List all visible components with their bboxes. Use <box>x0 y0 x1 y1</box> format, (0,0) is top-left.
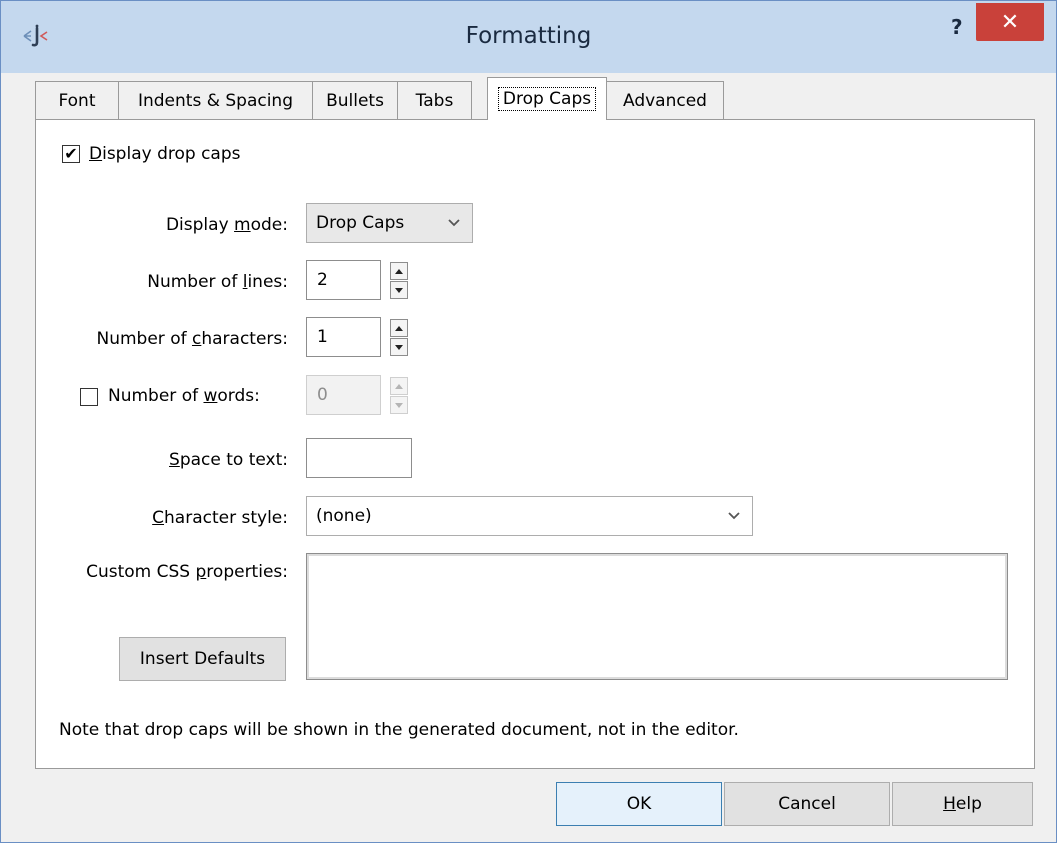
number-of-lines-value: 2 <box>317 270 328 290</box>
custom-css-textarea[interactable] <box>306 553 1008 680</box>
insert-defaults-label: Insert Defaults <box>139 649 266 669</box>
checkmark-icon: ✔ <box>64 144 78 163</box>
tab-indents-spacing[interactable]: Indents & Spacing <box>118 81 313 119</box>
spin-down-button[interactable] <box>390 338 408 356</box>
formatting-dialog: Formatting ? ✕ Font Indents & Spacing Bu… <box>0 0 1057 843</box>
spin-down-button[interactable] <box>390 281 408 299</box>
character-style-label: Character style: <box>152 508 288 528</box>
chevron-down-icon <box>448 219 460 227</box>
number-of-lines-input[interactable]: 2 <box>306 260 381 300</box>
tab-label: Drop Caps <box>497 87 597 111</box>
number-of-words-label[interactable]: Number of words: <box>108 386 260 406</box>
number-of-characters-spinner[interactable] <box>390 319 408 357</box>
tab-drop-caps[interactable]: Drop Caps <box>487 77 607 120</box>
display-mode-select[interactable]: Drop Caps <box>306 203 473 243</box>
spin-up-button[interactable] <box>390 377 408 395</box>
insert-defaults-button[interactable]: Insert Defaults <box>119 637 286 681</box>
space-to-text-label: Space to text: <box>169 450 288 470</box>
spin-up-button[interactable] <box>390 262 408 280</box>
tab-label: Tabs <box>415 90 454 111</box>
close-button[interactable]: ✕ <box>976 3 1044 41</box>
cancel-button[interactable]: Cancel <box>724 782 890 826</box>
help-label: Help <box>943 794 982 814</box>
spin-up-button[interactable] <box>390 319 408 337</box>
number-of-words-checkbox[interactable] <box>80 388 98 406</box>
tab-font[interactable]: Font <box>35 81 119 119</box>
window-title: Formatting <box>465 23 592 49</box>
tab-label: Advanced <box>623 90 707 111</box>
custom-css-label: Custom CSS properties: <box>86 562 288 582</box>
arrow-down-icon <box>395 287 403 293</box>
ok-button[interactable]: OK <box>556 782 722 826</box>
arrow-down-icon <box>395 344 403 350</box>
arrow-up-icon <box>395 268 403 274</box>
number-of-words-input[interactable]: 0 <box>306 375 381 415</box>
display-drop-caps-checkbox[interactable]: ✔ <box>62 145 80 163</box>
drop-caps-note: Note that drop caps will be shown in the… <box>59 720 739 740</box>
number-of-characters-label: Number of characters: <box>96 329 289 349</box>
character-style-select[interactable]: (none) <box>306 496 753 536</box>
space-to-text-input[interactable] <box>306 438 412 478</box>
display-mode-value: Drop Caps <box>316 213 405 233</box>
tab-advanced[interactable]: Advanced <box>606 81 724 119</box>
ok-label: OK <box>626 794 652 814</box>
tab-label: Indents & Spacing <box>137 90 294 111</box>
number-of-characters-input[interactable]: 1 <box>306 317 381 357</box>
spin-down-button[interactable] <box>390 396 408 414</box>
cancel-label: Cancel <box>778 794 836 814</box>
chevron-down-icon <box>728 512 740 520</box>
number-of-lines-label: Number of lines: <box>147 272 288 292</box>
help-button[interactable]: Help <box>892 782 1033 826</box>
close-icon: ✕ <box>1000 9 1020 35</box>
number-of-words-value: 0 <box>317 385 328 405</box>
tab-bullets[interactable]: Bullets <box>312 81 398 119</box>
number-of-words-spinner[interactable] <box>390 377 408 415</box>
number-of-characters-value: 1 <box>317 327 328 347</box>
display-mode-label: Display mode: <box>165 215 288 235</box>
number-of-lines-spinner[interactable] <box>390 262 408 300</box>
arrow-down-icon <box>395 402 403 408</box>
arrow-up-icon <box>395 325 403 331</box>
character-style-value: (none) <box>316 506 372 526</box>
display-drop-caps-label[interactable]: Display drop caps <box>89 144 240 164</box>
context-help-icon[interactable]: ? <box>951 15 963 39</box>
title-bar[interactable]: Formatting ? ✕ <box>1 1 1056 73</box>
tab-tabs[interactable]: Tabs <box>397 81 472 119</box>
tab-label: Bullets <box>326 90 384 111</box>
tab-label: Font <box>58 90 96 111</box>
arrow-up-icon <box>395 383 403 389</box>
